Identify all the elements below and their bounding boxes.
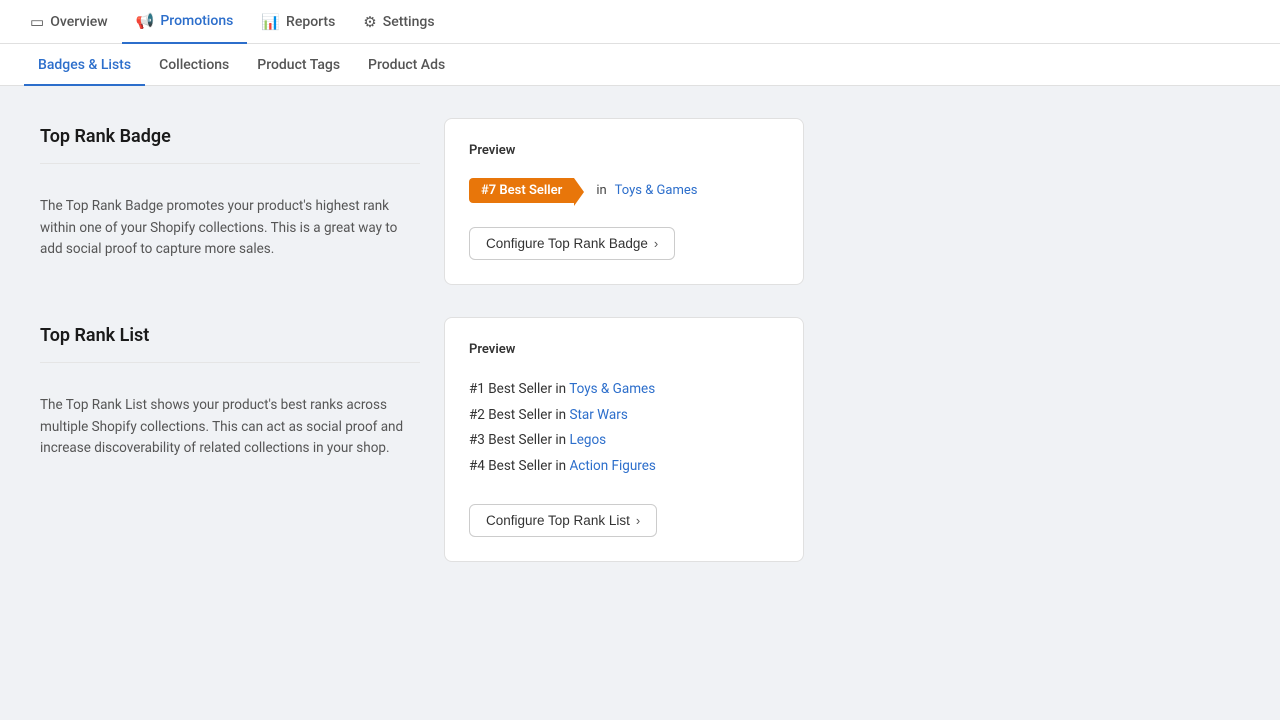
badge-preview-label: Preview [469,143,779,158]
badge-section: Top Rank Badge The Top Rank Badge promot… [40,118,1060,285]
list-item: #1 Best Seller in Toys & Games [469,377,779,403]
configure-list-button[interactable]: Configure Top Rank List › [469,504,657,537]
rank-text-4: #4 Best Seller in [469,458,569,474]
rank-text-3: #3 Best Seller in [469,432,569,448]
rank-list: #1 Best Seller in Toys & Games #2 Best S… [469,377,779,480]
nav-item-settings[interactable]: ⚙ Settings [349,0,448,44]
nav-label-reports: Reports [286,14,335,30]
nav-item-reports[interactable]: 📊 Reports [247,0,349,44]
list-section-title: Top Rank List [40,325,420,346]
list-item: #3 Best Seller in Legos [469,428,779,454]
collection-link-2[interactable]: Star Wars [569,407,627,423]
reports-icon: 📊 [261,13,280,31]
badge-description-block: Top Rank Badge The Top Rank Badge promot… [40,118,420,261]
list-preview-label: Preview [469,342,779,357]
badge-divider [40,163,420,164]
list-item: #4 Best Seller in Action Figures [469,454,779,480]
nav-item-promotions[interactable]: 📢 Promotions [122,0,248,44]
overview-icon: ▭ [30,13,44,31]
badge-section-title: Top Rank Badge [40,126,420,147]
subnav-product-tags[interactable]: Product Tags [243,44,354,86]
subnav-badges-lists[interactable]: Badges & Lists [24,44,145,86]
badge-in-text: in [596,183,606,198]
list-description-block: Top Rank List The Top Rank List shows yo… [40,317,420,460]
nav-label-settings: Settings [383,14,435,30]
list-section-text: The Top Rank List shows your product's b… [40,395,420,460]
nav-item-overview[interactable]: ▭ Overview [16,0,122,44]
collection-link-1[interactable]: Toys & Games [569,381,655,397]
list-preview-card: Preview #1 Best Seller in Toys & Games #… [444,317,804,562]
chevron-right-icon: › [636,513,640,528]
badge-tag-text: #7 Best Seller [481,183,562,198]
badge-tag: #7 Best Seller [469,178,574,203]
subnav-collections[interactable]: Collections [145,44,243,86]
settings-icon: ⚙ [363,13,376,31]
rank-text-1: #1 Best Seller in [469,381,569,397]
rank-text-2: #2 Best Seller in [469,407,569,423]
list-divider [40,362,420,363]
collection-link-3[interactable]: Legos [569,432,606,448]
sub-navigation: Badges & Lists Collections Product Tags … [0,44,1280,86]
badge-collection-link[interactable]: Toys & Games [615,183,698,198]
nav-label-promotions: Promotions [160,13,233,29]
configure-badge-button[interactable]: Configure Top Rank Badge › [469,227,675,260]
collection-link-4[interactable]: Action Figures [569,458,655,474]
badge-section-text: The Top Rank Badge promotes your product… [40,196,420,261]
subnav-product-ads[interactable]: Product Ads [354,44,459,86]
top-navigation: ▭ Overview 📢 Promotions 📊 Reports ⚙ Sett… [0,0,1280,44]
list-section: Top Rank List The Top Rank List shows yo… [40,317,1060,562]
chevron-right-icon: › [654,236,658,251]
nav-label-overview: Overview [50,14,107,30]
list-item: #2 Best Seller in Star Wars [469,403,779,429]
badge-preview-card: Preview #7 Best Seller in Toys & Games C… [444,118,804,285]
badge-preview-content: #7 Best Seller in Toys & Games [469,178,779,203]
promotions-icon: 📢 [136,12,155,30]
main-content: Top Rank Badge The Top Rank Badge promot… [0,86,1100,626]
